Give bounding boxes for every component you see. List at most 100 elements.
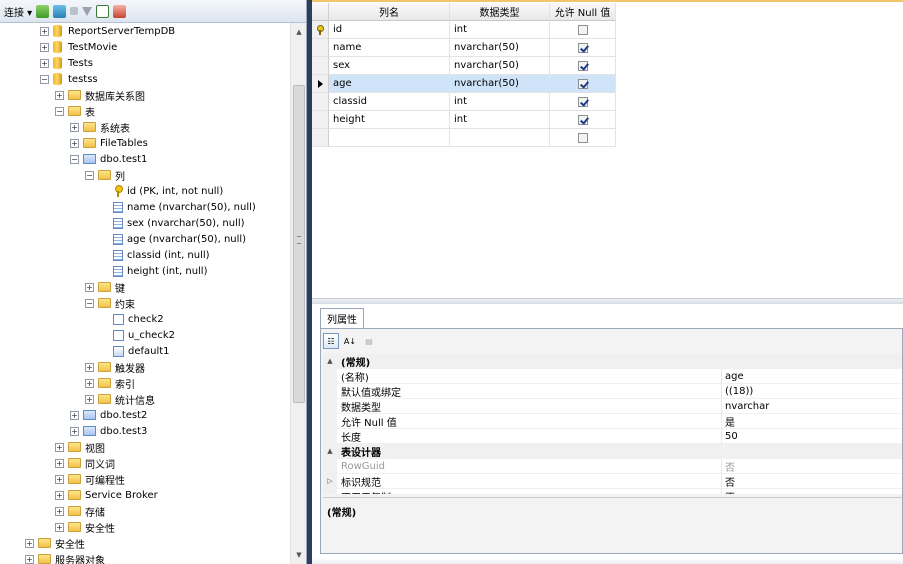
row-selector[interactable]: [312, 57, 329, 75]
expand-icon[interactable]: +: [70, 138, 79, 148]
data-type-cell[interactable]: int: [450, 93, 550, 111]
tree-node[interactable]: default1: [100, 343, 170, 359]
allow-null-checkbox[interactable]: [577, 24, 588, 35]
expand-icon[interactable]: +: [55, 442, 64, 452]
disconnect-icon[interactable]: [53, 4, 67, 18]
row-selector[interactable]: [312, 21, 329, 39]
scroll-thumb[interactable]: [293, 85, 305, 403]
row-selector[interactable]: [312, 111, 329, 129]
expand-icon[interactable]: +: [40, 58, 49, 68]
tree-node[interactable]: + TestMovie: [40, 39, 117, 55]
tree-node[interactable]: + 统计信息: [85, 391, 155, 407]
property-row[interactable]: RowGuid 否: [323, 458, 902, 474]
property-category[interactable]: ▲ 表设计器: [323, 443, 902, 459]
data-type-cell[interactable]: int: [450, 21, 550, 39]
tree-node[interactable]: + 存储: [55, 503, 105, 519]
expand-property-icon[interactable]: ▷: [323, 473, 337, 489]
tree-node[interactable]: age (nvarchar(50), null): [100, 231, 246, 247]
property-row[interactable]: 数据类型 nvarchar: [323, 398, 902, 414]
property-value[interactable]: nvarchar: [721, 398, 902, 414]
expand-icon[interactable]: +: [40, 26, 49, 36]
tree-node[interactable]: − 表: [55, 103, 95, 119]
data-type-cell[interactable]: int: [450, 111, 550, 129]
expand-icon[interactable]: +: [55, 474, 64, 484]
property-row[interactable]: 默认值或绑定 ((18)): [323, 383, 902, 399]
allow-null-checkbox[interactable]: [577, 78, 588, 89]
collapse-icon[interactable]: −: [40, 74, 49, 84]
expand-icon[interactable]: +: [85, 282, 94, 292]
column-name-cell[interactable]: [329, 129, 450, 147]
property-row[interactable]: 允许 Null 值 是: [323, 413, 902, 429]
column-name-cell[interactable]: name: [329, 39, 450, 57]
property-value[interactable]: 是: [721, 413, 902, 429]
tree-node[interactable]: name (nvarchar(50), null): [100, 199, 256, 215]
tree-node[interactable]: + 索引: [85, 375, 135, 391]
row-selector[interactable]: [312, 75, 329, 93]
property-value[interactable]: ((18)): [721, 383, 902, 399]
filter-icon[interactable]: [82, 6, 93, 16]
expand-icon[interactable]: +: [70, 426, 79, 436]
tree-node[interactable]: + 系统表: [70, 119, 130, 135]
property-pages-icon[interactable]: ▤: [361, 333, 377, 349]
grid-row[interactable]: [312, 129, 616, 147]
tree-node[interactable]: check2: [100, 311, 164, 327]
expand-icon[interactable]: +: [55, 490, 64, 500]
expand-icon[interactable]: +: [70, 410, 79, 420]
tree-node[interactable]: + FileTables: [70, 135, 148, 151]
column-name-cell[interactable]: height: [329, 111, 450, 129]
expand-icon[interactable]: +: [25, 538, 34, 548]
tree-node[interactable]: + 可编程性: [55, 471, 125, 487]
property-value[interactable]: 否: [721, 458, 902, 474]
collapse-icon[interactable]: −: [85, 298, 94, 308]
grid-row[interactable]: id int: [312, 21, 616, 39]
refresh-icon[interactable]: [96, 4, 110, 18]
expand-icon[interactable]: +: [55, 506, 64, 516]
property-category[interactable]: ▲ (常规): [323, 354, 902, 369]
allow-null-checkbox[interactable]: [577, 96, 588, 107]
tree-node[interactable]: height (int, null): [100, 263, 207, 279]
tree-node[interactable]: + dbo.test3: [70, 423, 147, 439]
grid-row[interactable]: classid int: [312, 93, 616, 111]
expand-icon[interactable]: +: [55, 522, 64, 532]
tree-node[interactable]: id (PK, int, not null): [100, 183, 223, 199]
expand-icon[interactable]: +: [85, 394, 94, 404]
expand-icon[interactable]: +: [25, 554, 34, 564]
tree-node[interactable]: − 列: [85, 167, 125, 183]
tree-node[interactable]: u_check2: [100, 327, 175, 343]
property-value[interactable]: age: [721, 368, 902, 384]
tree-node[interactable]: classid (int, null): [100, 247, 210, 263]
allow-null-checkbox[interactable]: [577, 114, 588, 125]
tree-node[interactable]: + 安全性: [25, 535, 85, 551]
property-row[interactable]: ▷ 标识规范 否: [323, 473, 902, 489]
tree-node[interactable]: + ReportServerTempDB: [40, 23, 175, 39]
property-row[interactable]: 不用于复制否: [323, 488, 902, 494]
tree-node[interactable]: + 数据库关系图: [55, 87, 145, 103]
row-selector[interactable]: [312, 93, 329, 111]
column-name-cell[interactable]: id: [329, 21, 450, 39]
tree-node[interactable]: + 键: [85, 279, 125, 295]
tree-node[interactable]: + 触发器: [85, 359, 145, 375]
collapse-category-icon[interactable]: ▲: [323, 354, 337, 369]
activity-monitor-icon[interactable]: [113, 4, 127, 18]
data-type-cell[interactable]: nvarchar(50): [450, 75, 550, 93]
collapse-icon[interactable]: −: [85, 170, 94, 180]
column-name-cell[interactable]: classid: [329, 93, 450, 111]
expand-icon[interactable]: +: [55, 90, 64, 100]
grid-row[interactable]: age nvarchar(50): [312, 75, 616, 93]
tree-node[interactable]: + 视图: [55, 439, 105, 455]
connect-button[interactable]: 连接 ▾: [4, 4, 32, 19]
allow-null-checkbox[interactable]: [577, 132, 588, 143]
column-name-cell[interactable]: age: [329, 75, 450, 93]
grid-row[interactable]: height int: [312, 111, 616, 129]
tree-node[interactable]: − 约束: [85, 295, 135, 311]
row-selector[interactable]: [312, 39, 329, 57]
expand-icon[interactable]: +: [70, 122, 79, 132]
collapse-icon[interactable]: −: [70, 154, 79, 164]
expand-icon[interactable]: +: [85, 378, 94, 388]
tree-node[interactable]: − dbo.test1: [70, 151, 147, 167]
tab-column-properties[interactable]: 列属性: [320, 308, 364, 328]
tree-node[interactable]: + 同义词: [55, 455, 115, 471]
data-type-cell[interactable]: nvarchar(50): [450, 57, 550, 75]
tree-node[interactable]: + Service Broker: [55, 487, 158, 503]
sort-alphabetical-icon[interactable]: A↓: [342, 333, 358, 349]
